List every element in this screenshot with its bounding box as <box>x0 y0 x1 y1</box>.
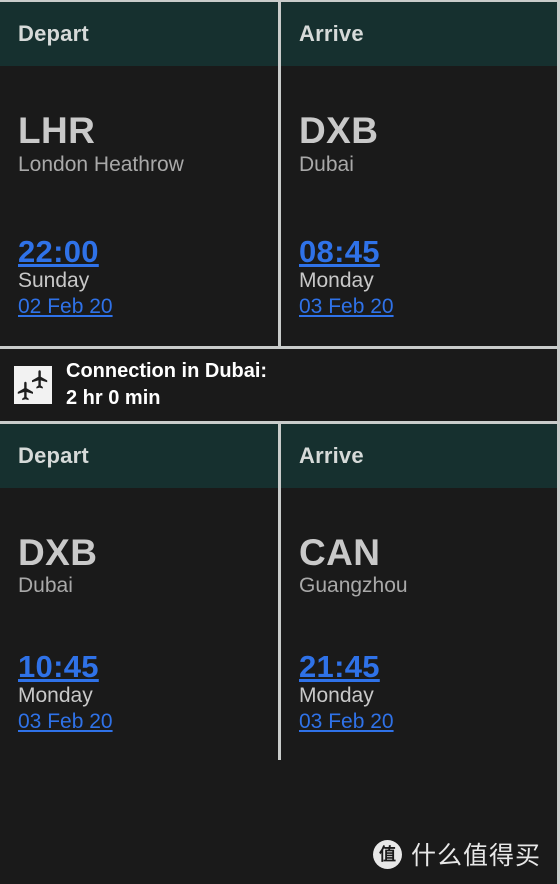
arrive-time-link[interactable]: 08:45 <box>299 235 380 269</box>
connection-title: Connection in Dubai: <box>66 359 268 382</box>
depart-date-link[interactable]: 02 Feb 20 <box>18 294 113 320</box>
flight-segment-2: Depart Arrive DXB Dubai 10:45 Monday 03 … <box>0 423 557 761</box>
arrive-airport-code: CAN <box>299 531 381 573</box>
segment-1-arrive-header: Arrive <box>278 2 556 66</box>
depart-airport-code: LHR <box>18 110 96 151</box>
depart-time-block: 22:00 Sunday 02 Feb 20 <box>18 235 260 320</box>
watermark-logo-icon: 值 <box>372 839 402 869</box>
arrive-weekday: Monday <box>299 269 374 293</box>
depart-time-link[interactable]: 22:00 <box>18 235 99 269</box>
arrive-date-link[interactable]: 03 Feb 20 <box>299 709 394 735</box>
connecting-flights-icon <box>14 365 52 404</box>
depart-date-link[interactable]: 03 Feb 20 <box>18 709 113 735</box>
segment-1-depart-header: Depart <box>0 2 278 66</box>
depart-weekday: Sunday <box>18 269 90 293</box>
arrive-date-link[interactable]: 03 Feb 20 <box>299 294 394 320</box>
depart-airport-city: London Heathrow <box>18 152 184 176</box>
arrive-airport-city: Dubai <box>299 152 354 176</box>
segment-1-depart-cell: LHR London Heathrow 22:00 Sunday 02 Feb … <box>0 66 278 346</box>
arrive-time-block: 21:45 Monday 03 Feb 20 <box>299 649 538 735</box>
arrive-airport-city: Guangzhou <box>299 574 408 598</box>
arrive-column-label: Arrive <box>299 21 364 46</box>
arrive-time-link[interactable]: 21:45 <box>299 649 380 683</box>
arrive-time-block: 08:45 Monday 03 Feb 20 <box>299 235 538 320</box>
depart-airport-city: Dubai <box>18 574 73 598</box>
segment-1-header-row: Depart Arrive <box>0 2 557 66</box>
depart-time-block: 10:45 Monday 03 Feb 20 <box>18 649 260 735</box>
segment-2-depart-cell: DXB Dubai 10:45 Monday 03 Feb 20 <box>0 488 278 761</box>
segment-2-depart-header: Depart <box>0 424 278 488</box>
segment-2-arrive-header: Arrive <box>278 423 556 488</box>
arrive-airport-code: DXB <box>299 110 379 151</box>
depart-time-link[interactable]: 10:45 <box>18 649 99 683</box>
arrive-column-label: Arrive <box>299 442 364 468</box>
segment-2-body-row: DXB Dubai 10:45 Monday 03 Feb 20 CAN Gua… <box>0 487 557 761</box>
segment-1-arrive-cell: DXB Dubai 08:45 Monday 03 Feb 20 <box>278 66 556 346</box>
segment-2-arrive-cell: CAN Guangzhou 21:45 Monday 03 Feb 20 <box>278 487 556 761</box>
watermark: 值 什么值得买 <box>372 836 541 872</box>
depart-weekday: Monday <box>18 684 93 708</box>
connection-strip: Connection in Dubai: 2 hr 0 min <box>0 345 557 424</box>
arrive-weekday: Monday <box>299 684 374 708</box>
connection-duration: 2 hr 0 min <box>66 386 161 409</box>
flight-itinerary: Depart Arrive LHR London Heathrow 22:00 … <box>0 0 560 884</box>
depart-airport-code: DXB <box>18 531 98 573</box>
depart-column-label: Depart <box>18 21 89 46</box>
depart-column-label: Depart <box>18 442 89 468</box>
connection-text: Connection in Dubai: 2 hr 0 min <box>66 358 267 412</box>
segment-1-body-row: LHR London Heathrow 22:00 Sunday 02 Feb … <box>0 66 557 346</box>
flight-segment-1: Depart Arrive LHR London Heathrow 22:00 … <box>0 2 557 346</box>
watermark-text: 什么值得买 <box>410 841 541 870</box>
segment-2-header-row: Depart Arrive <box>0 423 557 488</box>
